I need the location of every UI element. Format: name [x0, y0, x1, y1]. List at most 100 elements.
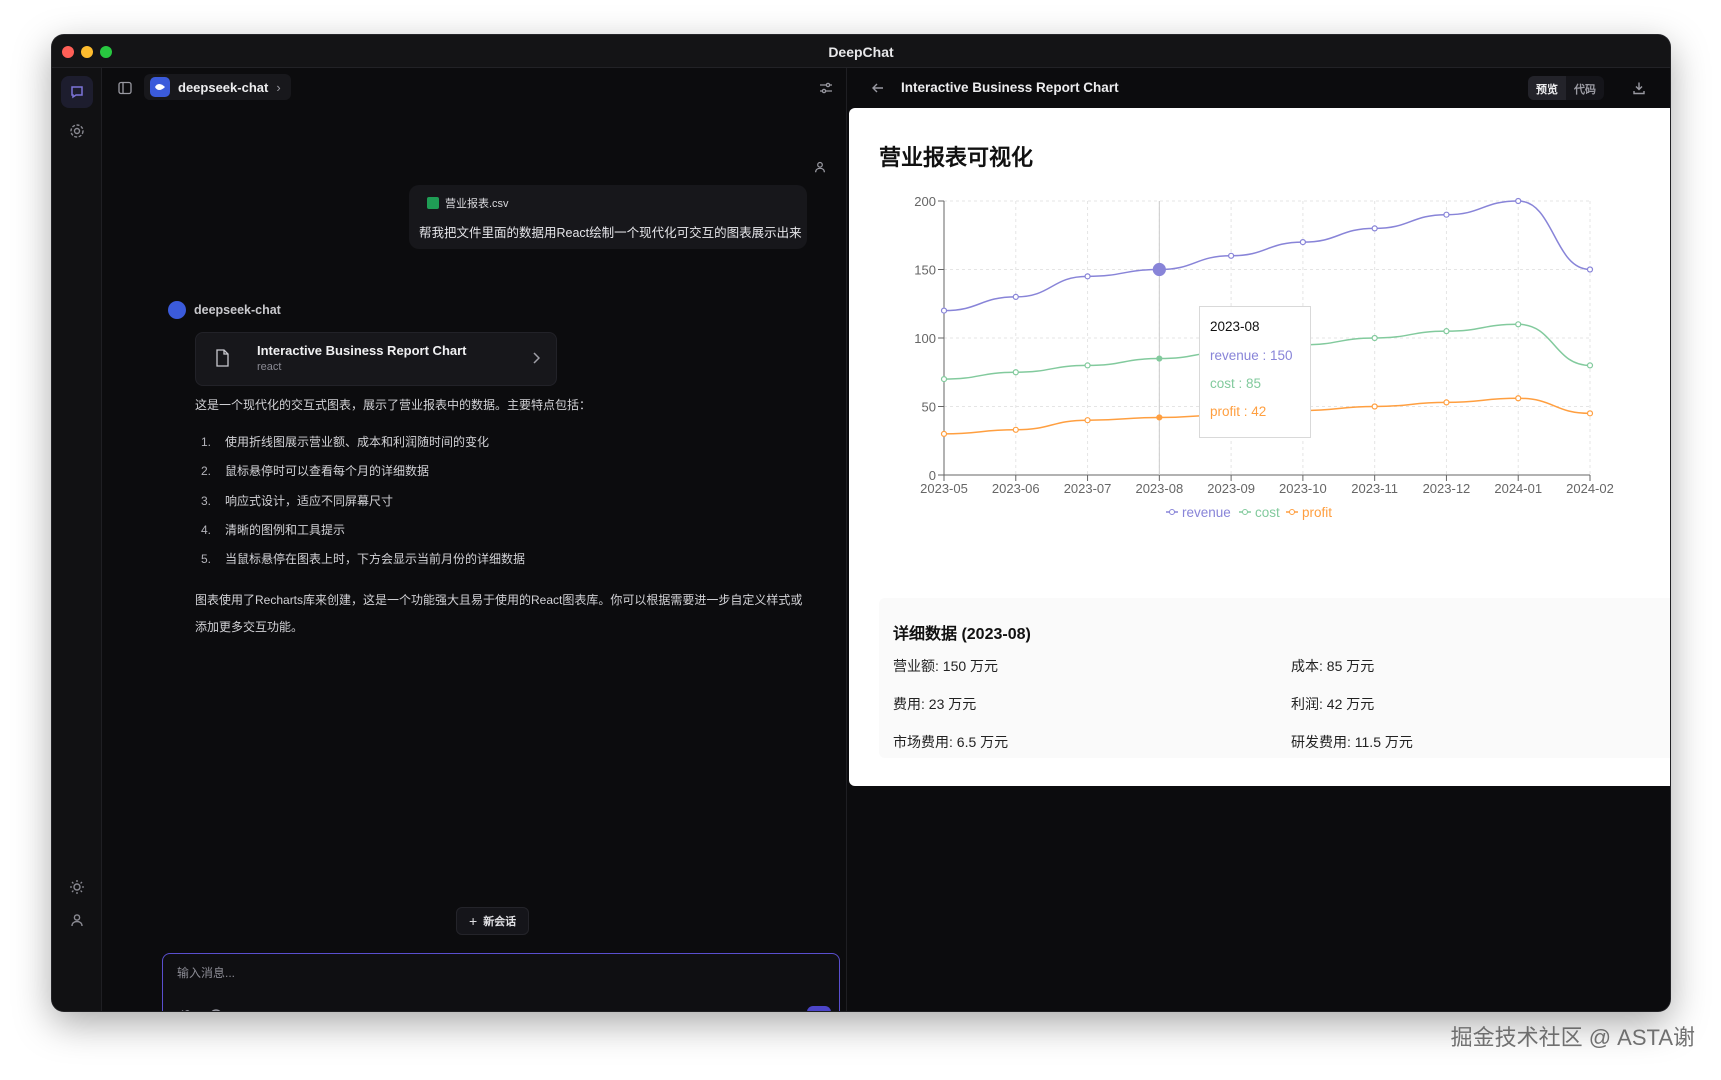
watermark: 掘金技术社区 @ ASTA谢: [1450, 1025, 1695, 1050]
user-message: 营业报表.csv 帮我把文件里面的数据用React绘制一个现代化可交互的图表展示…: [409, 185, 807, 249]
x-tick-label: 2023-06: [992, 481, 1040, 496]
cost-point: [1443, 328, 1450, 335]
new-chat-label: 新会话: [483, 916, 517, 928]
profit-point: [940, 430, 948, 437]
preview-canvas: 营业报表可视化 0 50 100 150 200 2023-05 2023-06 2023-0…: [849, 108, 1670, 786]
detail-marketing: 市场费用: 6.5 万元: [893, 734, 1009, 750]
attachment-name: 营业报表.csv: [445, 198, 509, 210]
chevron-right-icon: [532, 351, 541, 369]
x-tick-label: 2023-07: [1064, 481, 1112, 496]
attach-icon[interactable]: [177, 1009, 191, 1011]
cost-point: [1084, 362, 1091, 369]
arrow-left-icon: [872, 83, 883, 93]
profit-point: [1156, 414, 1163, 421]
details-title: 详细数据 (2023-08): [893, 626, 1031, 643]
legend-marker-revenue: [1169, 509, 1175, 515]
x-tick-label: 2024-02: [1566, 481, 1614, 496]
list-item: 5. 当鼠标悬停在图表上时，下方会显示当前月份的详细数据: [201, 551, 526, 566]
details-grid: 营业额: 150 万元 成本: 85 万元 费用: 23 万元 利润: 42 万…: [893, 656, 1670, 752]
chat-toolbar: deepseek-chat ›: [102, 68, 846, 108]
legend-label-revenue: revenue: [1182, 505, 1231, 520]
user-message-text: 帮我把文件里面的数据用React绘制一个现代化可交互的图表展示出来: [419, 226, 802, 240]
sliders-icon: [820, 82, 832, 94]
list-item: 2. 鼠标悬停时可以查看每个月的详细数据: [201, 464, 430, 479]
chat-settings-button[interactable]: [813, 75, 839, 101]
theme-toggle-button[interactable]: [61, 871, 93, 903]
tab-code[interactable]: 代码: [1566, 76, 1604, 100]
cost-point: [1586, 362, 1594, 369]
artifact-title: Interactive Business Report Chart: [257, 343, 467, 358]
x-tick-label: 2023-08: [1135, 481, 1183, 496]
cost-point: [1156, 355, 1163, 362]
x-tick-label: 2023-11: [1351, 481, 1398, 496]
revenue-line: [943, 200, 1591, 312]
toggle-sidebar-button[interactable]: [112, 75, 138, 101]
model-name: deepseek-chat: [178, 79, 269, 95]
model-selector[interactable]: deepseek-chat ›: [144, 74, 291, 100]
cost-point: [1515, 321, 1522, 328]
revenue-point: [1299, 238, 1306, 246]
report-title: 营业报表可视化: [879, 145, 1034, 170]
detail-revenue: 营业额: 150 万元: [893, 658, 999, 674]
back-button[interactable]: [865, 75, 891, 101]
tooltip-cost: cost : 85: [1210, 376, 1262, 391]
list-item: 4. 清晰的图例和工具提示: [201, 522, 346, 537]
assistant-intro: 这是一个现代化的交互式图表，展示了营业报表中的数据。主要特点包括：: [195, 398, 592, 412]
x-tick-label: 2023-12: [1423, 481, 1471, 496]
assistant-outro: 图表使用了Recharts库来创建，这是一个功能强大且易于使用的React图表库…: [195, 593, 803, 634]
profit-point: [1012, 426, 1019, 433]
x-tick-label: 2023-10: [1279, 481, 1327, 496]
legend-label-cost: cost: [1255, 505, 1280, 520]
detail-expense: 费用: 23 万元: [893, 696, 977, 712]
profit-point: [1371, 403, 1378, 410]
document-icon: [214, 349, 230, 372]
x-tick-label: 2023-05: [920, 481, 968, 496]
revenue-point: [1228, 252, 1235, 259]
artifact-type: react: [257, 361, 282, 373]
revenue-point: [1515, 197, 1522, 205]
assistant-name: deepseek-chat: [194, 303, 281, 317]
user-icon: [71, 914, 83, 927]
revenue-point: [1152, 262, 1166, 277]
detail-cost: 成本: 85 万元: [1291, 658, 1375, 674]
revenue-point: [1443, 211, 1450, 218]
revenue-point: [1084, 273, 1091, 280]
revenue-point: [1371, 225, 1378, 232]
revenue-point: [1586, 266, 1594, 273]
assistant-header: deepseek-chat: [168, 301, 281, 319]
chat-pane: deepseek-chat › 营业报表.csv 帮我把文件里面的数据用Reac…: [102, 68, 846, 1011]
legend-label-profit: profit: [1302, 505, 1332, 520]
profit-point: [1586, 410, 1594, 417]
plus-icon: +: [469, 913, 478, 929]
profit-point: [1515, 395, 1522, 402]
globe-icon[interactable]: [209, 1009, 223, 1011]
send-button[interactable]: [807, 1006, 831, 1011]
attachment-chip[interactable]: 营业报表.csv: [427, 195, 797, 211]
chat-bubble-icon: [71, 86, 83, 99]
settings-nav-button[interactable]: [61, 115, 93, 147]
detail-profit: 利润: 42 万元: [1291, 696, 1375, 712]
new-chat-button[interactable]: + 新会话: [456, 907, 530, 935]
window-title: DeepChat: [828, 44, 894, 60]
profit-point: [1443, 399, 1450, 406]
chevron-right-icon: ›: [276, 79, 281, 95]
tooltip-date: 2023-08: [1210, 319, 1260, 334]
sun-icon: [70, 880, 84, 894]
cost-point: [1371, 334, 1378, 342]
gear-icon: [70, 124, 84, 138]
artifact-toolbar: Interactive Business Report Chart 预览 代码: [847, 68, 1670, 108]
message-input[interactable]: [177, 966, 777, 980]
cost-point: [1012, 369, 1019, 376]
chat-nav-button[interactable]: [61, 76, 93, 108]
artifact-card[interactable]: Interactive Business Report Chart react: [195, 332, 557, 386]
detail-rnd: 研发费用: 11.5 万元: [1291, 734, 1413, 750]
download-button[interactable]: [1626, 75, 1652, 101]
download-icon: [1633, 82, 1645, 95]
tab-preview[interactable]: 预览: [1528, 76, 1566, 100]
y-tick-label: 100: [914, 331, 936, 346]
profile-nav-button[interactable]: [61, 904, 93, 936]
user-avatar-icon: [813, 160, 827, 179]
assistant-avatar: [168, 301, 186, 319]
message-composer: [162, 953, 840, 1011]
x-tick-label: 2023-09: [1207, 481, 1255, 496]
